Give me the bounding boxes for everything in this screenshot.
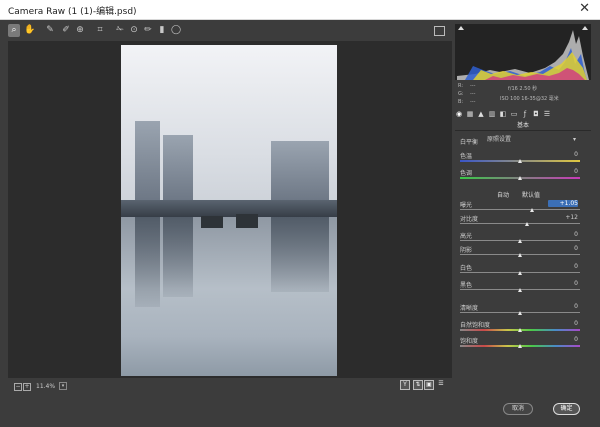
slider-value-field[interactable]: +12	[548, 214, 578, 221]
slider-label: 清晰度	[460, 305, 479, 312]
g-value: ---	[470, 91, 476, 97]
white-balance-value: 原照设置	[487, 136, 512, 143]
slider-label: 自然饱和度	[460, 322, 491, 329]
lens-corrections-tab-icon[interactable]: ▭	[510, 110, 518, 118]
radial-filter-icon[interactable]: ◯	[170, 24, 182, 37]
open-preferences-icon[interactable]	[434, 26, 445, 36]
slider-thumb[interactable]	[518, 328, 522, 332]
zoom-level: 11.4%	[36, 383, 56, 390]
slider-thumb[interactable]	[518, 253, 522, 257]
slider-label: 色调	[460, 170, 473, 177]
exif-info: R: --- G: --- B: --- f/16 2.50 秒 ISO 100…	[458, 83, 591, 107]
chevron-down-icon: ▾	[572, 136, 576, 143]
slider-thumb[interactable]	[525, 222, 530, 226]
camera-calibration-tab-icon[interactable]: ◘	[532, 110, 540, 118]
red-eye-tool-icon[interactable]: ⊙	[128, 24, 140, 37]
white-balance-select[interactable]: 原照设置 ▾	[485, 135, 578, 144]
preview-image	[121, 45, 337, 376]
iso-lens: ISO 100 16-35@32 毫米	[500, 96, 559, 102]
slider-label: 高光	[460, 233, 473, 240]
adjustment-brush-icon[interactable]: ✏	[142, 24, 154, 37]
r-label: R:	[458, 83, 464, 89]
detail-tab-icon[interactable]: ▲	[477, 110, 485, 118]
slider-label: 黑色	[460, 282, 473, 289]
slider-value-field[interactable]: 0	[548, 303, 578, 310]
white-balance-tool-icon[interactable]: ✎	[44, 24, 56, 37]
before-after-view-icon[interactable]: Y	[400, 380, 410, 390]
graduated-filter-icon[interactable]: ▮	[156, 24, 168, 37]
slider-value-field[interactable]: +1.05	[548, 200, 578, 207]
slider-label: 色温	[460, 153, 473, 160]
title-bar: Camera Raw (1 (1)-编辑.psd) ✕	[0, 0, 600, 20]
default-link[interactable]: 默认值	[522, 190, 540, 199]
basic-tab-icon[interactable]: ◉	[455, 110, 463, 118]
effects-tab-icon[interactable]: ƒ	[521, 110, 529, 118]
panel-tabs: ◉ ▦ ▲ ▥ ◧ ▭ ƒ ◘ ☰	[455, 110, 591, 119]
b-value: ---	[470, 99, 476, 105]
slider-thumb[interactable]	[530, 208, 534, 212]
histogram	[455, 24, 591, 80]
zoom-dropdown[interactable]: ▾	[59, 382, 67, 390]
slider-value-field[interactable]: 0	[548, 168, 578, 175]
slider-value-field[interactable]: 0	[548, 231, 578, 238]
ok-button[interactable]: 确定	[553, 403, 580, 415]
slider-value-field[interactable]: 0	[548, 263, 578, 270]
slider-track[interactable]	[460, 209, 580, 210]
aperture-shutter: f/16 2.50 秒	[508, 86, 538, 92]
swap-settings-icon[interactable]: ⇅	[413, 380, 423, 390]
auto-link[interactable]: 自动	[497, 190, 509, 199]
slider-thumb[interactable]	[518, 239, 522, 243]
slider-value-field[interactable]: 0	[548, 151, 578, 158]
copy-settings-icon[interactable]: ▣	[424, 380, 434, 390]
zoom-tool-icon[interactable]: ⌕	[8, 24, 20, 37]
toolbar: ⌕ ✋ ✎ ✐ ⊕ ⌗ ✁ ⊙ ✏ ▮ ◯	[8, 24, 448, 40]
window-title: Camera Raw (1 (1)-编辑.psd)	[8, 7, 137, 17]
hsl-tab-icon[interactable]: ▥	[488, 110, 496, 118]
color-sampler-tool-icon[interactable]: ✐	[60, 24, 72, 37]
slider-label: 对比度	[460, 216, 479, 223]
slider-label: 曝光	[460, 202, 473, 209]
slider-thumb[interactable]	[518, 344, 522, 348]
slider-label: 白色	[460, 265, 473, 272]
slider-track[interactable]	[460, 223, 580, 224]
cancel-button[interactable]: 取消	[503, 403, 533, 415]
r-value: ---	[470, 83, 476, 89]
spot-removal-tool-icon[interactable]: ✁	[114, 24, 126, 37]
slider-thumb[interactable]	[518, 271, 522, 275]
zoom-out-icon[interactable]: −	[14, 383, 22, 391]
slider-label: 阴影	[460, 247, 473, 254]
slider-thumb[interactable]	[518, 288, 522, 292]
slider-value-field[interactable]: 0	[548, 336, 578, 343]
slider-label: 饱和度	[460, 338, 479, 345]
zoom-in-icon[interactable]: +	[23, 383, 31, 391]
crop-tool-icon[interactable]: ⌗	[94, 24, 106, 37]
presets-tab-icon[interactable]: ☰	[543, 110, 551, 118]
slider-thumb[interactable]	[518, 311, 522, 315]
targeted-adjustment-tool-icon[interactable]: ⊕	[74, 24, 86, 37]
slider-thumb[interactable]	[518, 176, 522, 180]
tone-curve-tab-icon[interactable]: ▦	[466, 110, 474, 118]
slider-value-field[interactable]: 0	[548, 245, 578, 252]
section-title: 基本	[455, 120, 591, 131]
slider-value-field[interactable]: 0	[548, 280, 578, 287]
white-balance-label: 白平衡	[460, 139, 479, 146]
close-icon[interactable]: ✕	[579, 1, 590, 16]
view-settings-icon[interactable]: ☰	[436, 380, 446, 390]
slider-value-field[interactable]: 0	[548, 320, 578, 327]
b-label: B:	[458, 99, 464, 105]
hand-tool-icon[interactable]: ✋	[24, 24, 36, 37]
split-toning-tab-icon[interactable]: ◧	[499, 110, 507, 118]
g-label: G:	[458, 91, 464, 97]
slider-thumb[interactable]	[518, 159, 522, 163]
